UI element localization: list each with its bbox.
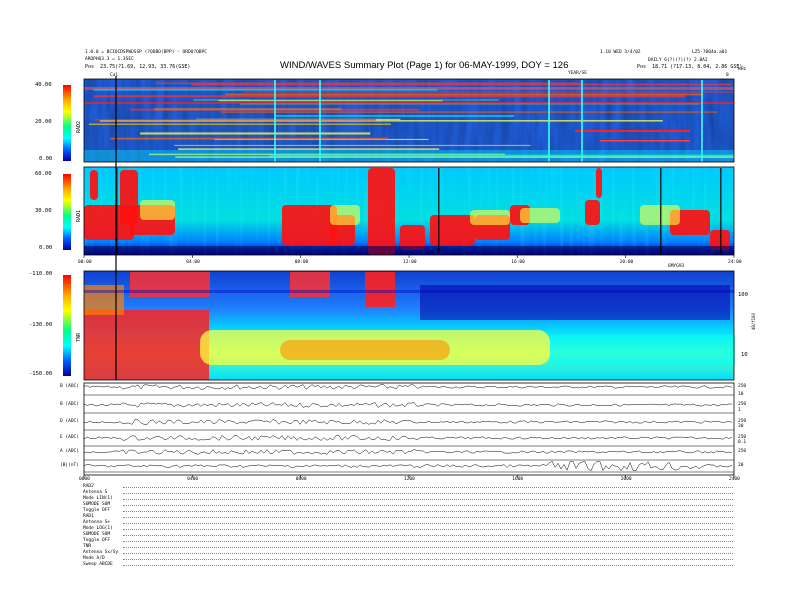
settings-key: TNR — [83, 544, 92, 549]
settings-row: Sweep ABCDE — [83, 562, 733, 568]
time-tick-bottom-4: 1600 — [512, 477, 524, 482]
trace-label-0: B (ADC) — [60, 384, 79, 389]
tnr-colorbar — [63, 275, 71, 376]
rad2-tick-2: 0.00 — [39, 156, 53, 162]
trace-right-4: 250 — [738, 449, 747, 454]
trace-right-extra-3: 0.1 — [738, 440, 747, 445]
time-tick-bottom-0: 0000 — [79, 477, 90, 482]
tnr-panel — [83, 270, 735, 381]
tnr-axis-label: TNR — [76, 332, 82, 342]
settings-key: SUMODE SUM — [83, 502, 111, 507]
tnr-tick-0: -110.00 — [29, 271, 53, 277]
trace-right-extra-1: 1 — [738, 408, 741, 413]
trace-label-5: |B|(nT) — [60, 463, 79, 468]
settings-dots — [123, 559, 733, 560]
settings-dots — [123, 565, 733, 566]
time-tick-3: 12:00 — [403, 260, 417, 265]
settings-dots — [123, 499, 733, 500]
rad2-tick-0: 40.00 — [35, 82, 52, 88]
settings-dots — [123, 517, 733, 518]
time-tick-bottom-6: 2400 — [729, 477, 740, 482]
settings-key: Mode LOG(1) — [83, 526, 113, 531]
settings-key: Antenna S — [83, 490, 108, 495]
time-tick-4: 16:00 — [511, 260, 525, 265]
settings-key: RAD2 — [83, 484, 94, 489]
rad1-axis-label: RAD1 — [76, 209, 82, 222]
time-tick-bottom-1: 0400 — [187, 477, 199, 482]
trace-label-1: B (ADC) — [60, 402, 79, 407]
trace-panel — [83, 382, 735, 476]
trace-right-0: 250 — [738, 384, 747, 389]
trace-label-3: E (ADC) — [60, 435, 79, 440]
tnr-right-tick-0: 100 — [738, 292, 748, 298]
settings-key: Mode A/D — [83, 556, 105, 561]
trace-right-5: 20 — [738, 463, 744, 468]
settings-key: Antenna S+ — [83, 520, 111, 525]
time-axis-note: 6MYG93 — [668, 264, 685, 269]
time-tick-bottom-2: 0800 — [295, 477, 307, 482]
rad2-axis-label: RAD2 — [76, 120, 82, 133]
rad1-tick-1: 30.00 — [35, 208, 52, 214]
settings-dots — [123, 553, 733, 554]
rad1-panel — [83, 166, 735, 256]
time-tick-0: 00:00 — [78, 260, 92, 265]
settings-key: Toggle OFF — [83, 508, 111, 513]
settings-key: RAD1 — [83, 514, 94, 519]
rad1-colorbar — [63, 174, 71, 250]
tnr-tick-1: -130.00 — [29, 322, 53, 328]
settings-key: Mode LIN(1) — [83, 496, 113, 501]
rad2-tick-1: 20.00 — [35, 119, 52, 125]
settings-key: SUMODE SUM — [83, 532, 111, 537]
settings-dots — [123, 493, 733, 494]
settings-dots — [123, 535, 733, 536]
trace-label-2: D (ADC) — [60, 419, 79, 424]
trace-right-extra-2: 30 — [738, 424, 744, 429]
settings-dots — [123, 487, 733, 488]
settings-key: Sweep ABCDE — [83, 562, 113, 567]
trace-right-extra-0: 10 — [738, 392, 744, 397]
time-tick-1: 04:00 — [186, 260, 200, 265]
tnr-right-label: dB/f100 — [751, 313, 756, 330]
time-tick-bottom-3: 1200 — [404, 477, 415, 482]
trace-right-1: 250 — [738, 402, 747, 407]
tnr-tick-2: -150.00 — [29, 371, 53, 377]
time-tick-2: 08:00 — [294, 260, 309, 265]
tnr-right-tick-1: 10 — [741, 352, 748, 358]
settings-dots — [123, 511, 733, 512]
settings-key: Antenna Sx/Sy — [83, 550, 119, 555]
settings-dots — [123, 505, 733, 506]
rad2-colorbar — [63, 85, 71, 161]
settings-dots — [123, 541, 733, 542]
rad1-tick-0: 60.00 — [35, 171, 52, 177]
settings-key: Toggle OFF — [83, 538, 111, 543]
time-tick-5: 20:00 — [619, 260, 634, 265]
time-tick-bottom-5: 2000 — [620, 477, 632, 482]
settings-dots — [123, 529, 733, 530]
rad2-panel — [83, 78, 735, 163]
time-tick-6: 24:00 — [728, 260, 742, 265]
settings-dots — [123, 523, 733, 524]
settings-dots — [123, 547, 733, 548]
rad1-tick-2: 0.00 — [39, 245, 53, 251]
trace-label-4: A (ADC) — [60, 449, 79, 454]
